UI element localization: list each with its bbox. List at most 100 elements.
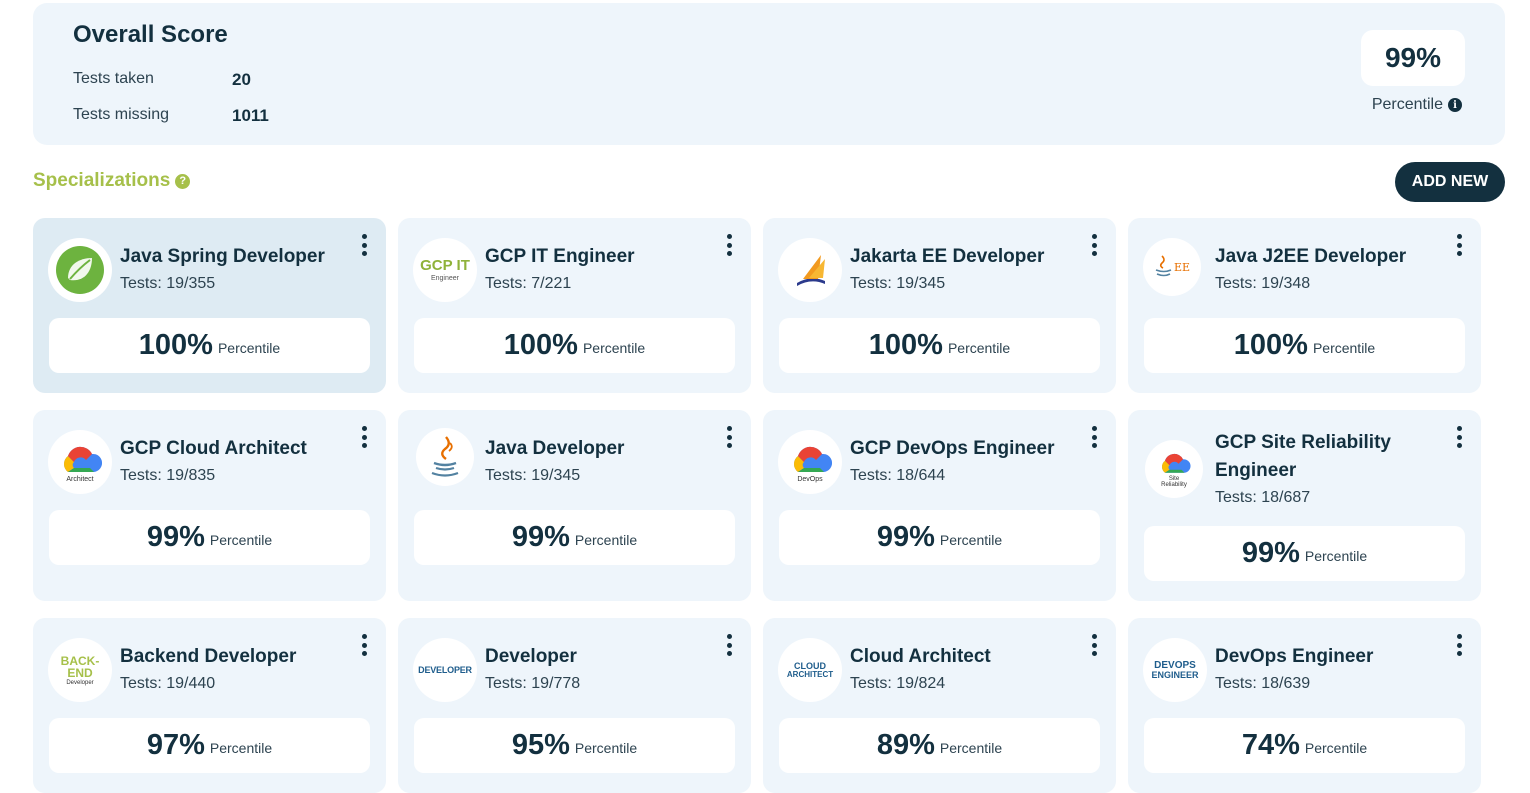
card-tests: Tests: 19/345 — [485, 467, 581, 484]
help-icon[interactable]: ? — [175, 173, 191, 189]
card-percentile-box: 100% Percentile — [414, 318, 735, 373]
card-percentile-label: Percentile — [217, 339, 281, 356]
more-options-icon[interactable] — [359, 234, 369, 256]
developer-logo-icon: DEVELOPER — [413, 638, 477, 702]
card-percentile-box: 99% Percentile — [414, 510, 735, 565]
overall-score-title: Overall Score — [73, 21, 228, 48]
specialization-card[interactable]: BACK- END Developer Backend Developer Te… — [33, 618, 386, 793]
gcp-cloud-logo-icon: DevOps — [778, 430, 842, 494]
gcp-it-logo-icon: GCP IT Engineer — [413, 238, 477, 302]
card-percentile-label: Percentile — [939, 531, 1003, 548]
specialization-card[interactable]: DevOps GCP DevOps Engineer Tests: 18/644… — [763, 410, 1116, 601]
more-options-icon[interactable] — [724, 634, 734, 656]
gcp-cloud-logo-icon: Architect — [48, 430, 112, 494]
card-title: GCP Cloud Architect — [120, 438, 307, 459]
more-options-icon[interactable] — [1454, 234, 1464, 256]
card-tests: Tests: 19/348 — [1215, 275, 1311, 292]
more-options-icon[interactable] — [1454, 426, 1464, 448]
card-title: GCP Site Reliability Engineer — [1215, 432, 1391, 481]
devops-logo-icon: DEVOPS ENGINEER — [1143, 638, 1207, 702]
card-tests: Tests: 19/824 — [850, 675, 946, 692]
gcp-cloud-logo-icon: Site Reliability — [1145, 440, 1203, 498]
card-percentile-box: 100% Percentile — [49, 318, 370, 373]
card-title: Jakarta EE Developer — [850, 246, 1045, 267]
tests-taken-label: Tests taken — [73, 70, 154, 87]
card-percentile-box: 99% Percentile — [1144, 526, 1465, 581]
card-tests: Tests: 19/355 — [120, 275, 216, 292]
more-options-icon[interactable] — [1089, 426, 1099, 448]
specialization-card[interactable]: Jakarta EE Developer Tests: 19/345 100% … — [763, 218, 1116, 393]
tests-taken-value: 20 — [232, 70, 251, 89]
card-percentile-value: 99% — [876, 521, 935, 553]
tests-missing-label: Tests missing — [73, 106, 170, 123]
card-percentile-label: Percentile — [209, 739, 273, 756]
logo-subtext: Architect — [66, 475, 94, 483]
specialization-card[interactable]: Java Developer Tests: 19/345 99% Percent… — [398, 410, 751, 601]
card-percentile-label: Percentile — [209, 531, 273, 548]
specialization-card[interactable]: GCP IT Engineer GCP IT Engineer Tests: 7… — [398, 218, 751, 393]
logo-text-2: ENGINEER — [1151, 669, 1199, 680]
info-icon[interactable]: i — [1448, 98, 1462, 112]
card-percentile-label: Percentile — [1304, 547, 1368, 564]
card-percentile-value: 74% — [1241, 729, 1300, 761]
card-percentile-label: Percentile — [574, 531, 638, 548]
card-title: Java J2EE Developer — [1215, 246, 1407, 267]
specialization-card[interactable]: Site Reliability GCP Site Reliability En… — [1128, 410, 1481, 601]
card-percentile-label: Percentile — [1312, 339, 1376, 356]
specialization-card[interactable]: EE Java J2EE Developer Tests: 19/348 100… — [1128, 218, 1481, 393]
more-options-icon[interactable] — [724, 234, 734, 256]
card-tests: Tests: 18/639 — [1215, 675, 1311, 692]
logo-text-2: ARCHITECT — [786, 669, 834, 679]
card-tests: Tests: 19/835 — [120, 467, 216, 484]
card-percentile-value: 100% — [503, 329, 578, 361]
java-logo-icon — [416, 428, 474, 486]
card-title: Java Spring Developer — [120, 246, 325, 267]
more-options-icon[interactable] — [359, 634, 369, 656]
more-options-icon[interactable] — [1089, 634, 1099, 656]
card-title: DevOps Engineer — [1215, 646, 1374, 667]
logo-text: DEVELOPER — [418, 664, 472, 675]
card-percentile-value: 99% — [146, 521, 205, 553]
logo-subtext: Engineer — [430, 275, 459, 282]
logo-text: EE — [1173, 260, 1191, 274]
card-percentile-value: 95% — [511, 729, 570, 761]
specializations-heading: Specializations ? — [33, 170, 191, 192]
specialization-card[interactable]: Java Spring Developer Tests: 19/355 100%… — [33, 218, 386, 393]
card-title: GCP IT Engineer — [485, 246, 635, 267]
overall-percentile-label: Percentile i — [1372, 96, 1462, 114]
logo-text: BACK- — [60, 653, 100, 668]
card-percentile-value: 89% — [876, 729, 935, 761]
card-percentile-box: 100% Percentile — [779, 318, 1100, 373]
card-percentile-box: 99% Percentile — [49, 510, 370, 565]
spring-logo-icon — [48, 238, 112, 302]
card-percentile-value: 99% — [511, 521, 570, 553]
card-percentile-box: 100% Percentile — [1144, 318, 1465, 373]
add-new-button[interactable]: ADD NEW — [1395, 162, 1505, 202]
card-percentile-value: 99% — [1241, 537, 1300, 569]
specialization-card[interactable]: CLOUD ARCHITECT Cloud Architect Tests: 1… — [763, 618, 1116, 793]
more-options-icon[interactable] — [1089, 234, 1099, 256]
overall-score-panel: Overall Score Tests taken 20 Tests missi… — [33, 3, 1505, 145]
logo-subtext: Site Reliability — [1161, 476, 1187, 488]
backend-logo-icon: BACK- END Developer — [48, 638, 112, 702]
card-percentile-label: Percentile — [574, 739, 638, 756]
card-percentile-box: 89% Percentile — [779, 718, 1100, 773]
more-options-icon[interactable] — [724, 426, 734, 448]
more-options-icon[interactable] — [1454, 634, 1464, 656]
specializations-title: Specializations — [33, 170, 171, 191]
specialization-card[interactable]: DEVELOPER Developer Tests: 19/778 95% Pe… — [398, 618, 751, 793]
card-percentile-label: Percentile — [939, 739, 1003, 756]
card-title: Developer — [485, 646, 577, 667]
tests-missing-value: 1011 — [232, 106, 269, 125]
specialization-card[interactable]: DEVOPS ENGINEER DevOps Engineer Tests: 1… — [1128, 618, 1481, 793]
more-options-icon[interactable] — [359, 426, 369, 448]
card-percentile-value: 97% — [146, 729, 205, 761]
card-percentile-label: Percentile — [582, 339, 646, 356]
card-title: Backend Developer — [120, 646, 297, 667]
specialization-card[interactable]: Architect GCP Cloud Architect Tests: 19/… — [33, 410, 386, 601]
card-tests: Tests: 19/440 — [120, 675, 216, 692]
card-percentile-label: Percentile — [947, 339, 1011, 356]
card-tests: Tests: 19/778 — [485, 675, 581, 692]
card-tests: Tests: 19/345 — [850, 275, 946, 292]
card-title: GCP DevOps Engineer — [850, 438, 1055, 459]
